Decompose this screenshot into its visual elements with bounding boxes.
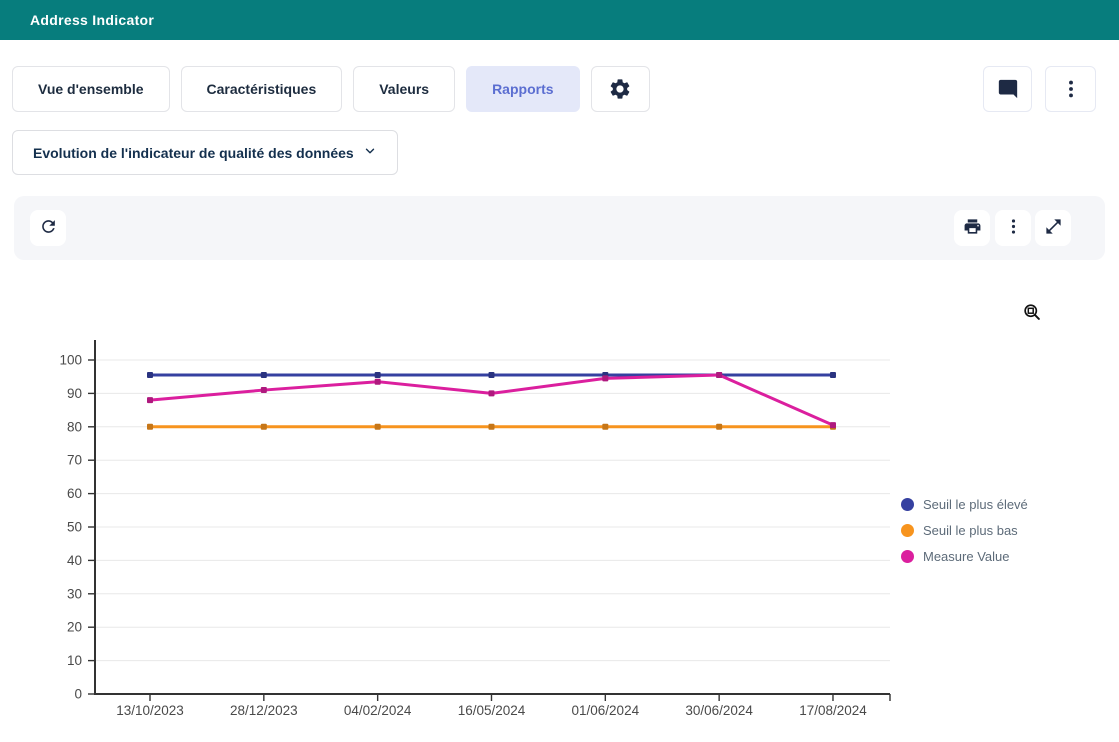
tab-bar: Vue d'ensemble Caractéristiques Valeurs … [12, 66, 650, 112]
svg-text:60: 60 [67, 486, 82, 501]
chart-zoom-tool-button[interactable] [1020, 302, 1044, 326]
kebab-menu-icon [1060, 78, 1082, 100]
tab-caracteristiques[interactable]: Caractéristiques [181, 66, 343, 112]
gear-icon [608, 77, 632, 101]
svg-text:13/10/2023: 13/10/2023 [116, 703, 184, 718]
tab-label: Valeurs [379, 81, 429, 97]
refresh-button[interactable] [30, 210, 66, 246]
legend-dot [901, 550, 914, 563]
legend-item-seuil-bas[interactable]: Seuil le plus bas [901, 523, 1028, 538]
print-button[interactable] [954, 210, 990, 246]
svg-text:90: 90 [67, 386, 82, 401]
tab-label: Caractéristiques [207, 81, 317, 97]
svg-text:80: 80 [67, 419, 82, 434]
svg-text:100: 100 [59, 353, 82, 368]
svg-text:50: 50 [67, 520, 82, 535]
legend-item-measure-value[interactable]: Measure Value [901, 549, 1028, 564]
refresh-icon [39, 224, 58, 239]
chart-more-button[interactable] [995, 210, 1031, 246]
comment-button[interactable] [983, 66, 1032, 112]
chart-toolbar [14, 196, 1105, 260]
tab-valeurs[interactable]: Valeurs [353, 66, 455, 112]
svg-text:10: 10 [67, 653, 82, 668]
tab-label: Rapports [492, 81, 553, 97]
tab-vue-densemble[interactable]: Vue d'ensemble [12, 66, 170, 112]
svg-text:30: 30 [67, 586, 82, 601]
svg-text:17/08/2024: 17/08/2024 [799, 703, 867, 718]
tab-label: Vue d'ensemble [38, 81, 144, 97]
legend-label: Measure Value [923, 549, 1009, 564]
chart-legend: Seuil le plus élevé Seuil le plus bas Me… [901, 497, 1028, 564]
svg-text:16/05/2024: 16/05/2024 [458, 703, 526, 718]
svg-text:01/06/2024: 01/06/2024 [572, 703, 640, 718]
legend-item-seuil-eleve[interactable]: Seuil le plus élevé [901, 497, 1028, 512]
legend-dot [901, 524, 914, 537]
report-selector-label: Evolution de l'indicateur de qualité des… [33, 145, 354, 161]
legend-label: Seuil le plus élevé [923, 497, 1028, 512]
expand-button[interactable] [1035, 210, 1071, 246]
chevron-down-icon [363, 144, 377, 161]
expand-icon [1044, 224, 1063, 239]
svg-text:40: 40 [67, 553, 82, 568]
svg-text:0: 0 [74, 687, 82, 702]
zoom-selection-icon [1022, 311, 1043, 326]
svg-text:28/12/2023: 28/12/2023 [230, 703, 298, 718]
comment-icon [997, 78, 1019, 100]
settings-button[interactable] [591, 66, 650, 112]
page: Address Indicator Vue d'ensemble Caracté… [0, 0, 1119, 742]
legend-label: Seuil le plus bas [923, 523, 1018, 538]
kebab-menu-icon [1004, 224, 1023, 239]
svg-text:20: 20 [67, 620, 82, 635]
legend-dot [901, 498, 914, 511]
printer-icon [963, 224, 982, 239]
page-title: Address Indicator [30, 12, 154, 28]
svg-text:70: 70 [67, 453, 82, 468]
tab-rapports[interactable]: Rapports [466, 66, 579, 112]
svg-text:04/02/2024: 04/02/2024 [344, 703, 412, 718]
header-more-button[interactable] [1045, 66, 1096, 112]
app-header: Address Indicator [0, 0, 1119, 40]
report-selector-dropdown[interactable]: Evolution de l'indicateur de qualité des… [12, 130, 398, 175]
svg-text:30/06/2024: 30/06/2024 [685, 703, 753, 718]
